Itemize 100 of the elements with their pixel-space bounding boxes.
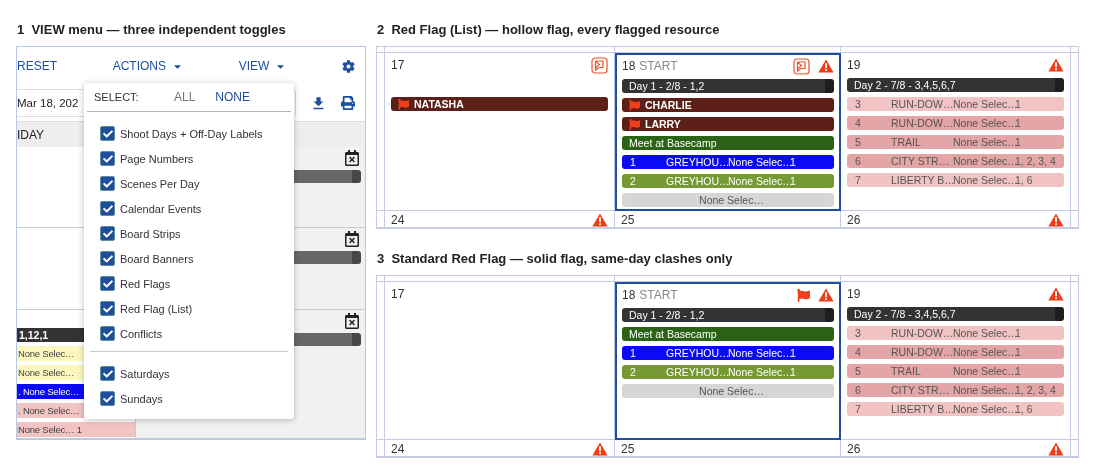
checkbox[interactable] xyxy=(100,391,115,406)
section-heading: 2 Red Flag (List) — hollow flag, every flagged resource xyxy=(377,22,721,38)
scene-number: 6 xyxy=(855,154,862,168)
page-count: 1 xyxy=(790,155,797,169)
scene-name: CITY STR… xyxy=(891,154,951,168)
scene-name: LIBERTY B… xyxy=(891,173,953,187)
warning-icon xyxy=(818,59,834,73)
calendar-event: Meet at Basecamp xyxy=(622,136,834,150)
day-number: 26 xyxy=(847,214,861,226)
warning-icon xyxy=(1048,287,1064,301)
day-cell[interactable]: 19 Day 2 - 7/8 - 3,4,5,6,7 3 RUN-DOW…None Selec…1 4 RUN-DOW…None Selec…1 5 TRAIL None Selec…1 6 CITY STR… None Selec…1, 2, 3, 4 7 LIBERTY B…None Selec…1, 6 xyxy=(841,53,1071,211)
scene-name: CITY STR… xyxy=(891,383,951,397)
set-name: None Selec… xyxy=(728,365,790,379)
calendar-x-icon[interactable] xyxy=(344,150,360,166)
calendar-event: Meet at Basecamp xyxy=(622,327,834,341)
checkbox[interactable] xyxy=(100,176,115,191)
day-label: START xyxy=(639,289,678,301)
checkbox[interactable] xyxy=(100,251,115,266)
day-cell[interactable]: 17 xyxy=(385,282,615,440)
set-name: None Selec… xyxy=(953,116,1015,130)
day-number: 19 xyxy=(847,288,861,300)
scene-number: 1 xyxy=(630,346,637,360)
scene-name: RUN-DOW… xyxy=(891,326,953,340)
scene-name: RUN-DOW… xyxy=(891,345,953,359)
warning-icon xyxy=(818,288,834,302)
day-cell[interactable]: 26 xyxy=(841,211,1071,228)
day-number: 18 xyxy=(622,289,636,301)
warning-icon xyxy=(1048,58,1064,72)
page-count: 1 xyxy=(1015,116,1022,130)
day-cell[interactable]: 25 xyxy=(615,440,841,457)
day-cell[interactable]: 24 xyxy=(385,440,615,457)
toolbar-button[interactable]: RESET xyxy=(17,59,57,73)
menu-item-label: Board Banners xyxy=(120,252,194,265)
day-number: 18 xyxy=(622,60,636,72)
page-count: 1 xyxy=(790,174,797,188)
day-number: 17 xyxy=(391,288,405,300)
day-label: START xyxy=(639,60,678,72)
day-cell[interactable]: 17 NATASHA xyxy=(385,53,615,211)
set-name: None Selec… xyxy=(953,326,1015,340)
scene-number: 3 xyxy=(855,97,862,111)
set-name: None Selec… xyxy=(953,402,1015,416)
scene-number: 2 xyxy=(630,365,637,379)
checkbox[interactable] xyxy=(100,201,115,216)
shoot-day-bar: Day 2 - 7/8 - 3,4,5,6,7 xyxy=(847,307,1064,321)
scene-number: 5 xyxy=(855,364,862,378)
scene-name: TRAIL xyxy=(891,364,922,378)
board-strip: None Selec… 1 xyxy=(17,422,135,437)
resource-name: NATASHA xyxy=(414,97,464,111)
menu-item-label: Scenes Per Day xyxy=(120,177,200,190)
menu-item-label: Red Flag (List) xyxy=(120,302,193,315)
toolbar-button[interactable]: ACTIONS xyxy=(112,59,183,73)
day-cell[interactable]: 25 xyxy=(615,211,841,228)
calendar-x-icon[interactable] xyxy=(344,313,360,329)
checkbox[interactable] xyxy=(100,326,115,341)
unassigned-strip: None Selec… xyxy=(622,193,834,207)
day-cell[interactable]: 18 START Day 1 - 2/8 - 1,2 Meet at Basecamp 1 GREYHOU…None Selec…1 2 GREYHOU…None Selec…1 None Selec… xyxy=(615,282,841,440)
resource-name: CHARLIE xyxy=(645,98,692,112)
settings-icon[interactable] xyxy=(342,59,355,73)
day-cell[interactable]: 26 xyxy=(841,440,1071,457)
checkbox[interactable] xyxy=(100,366,115,381)
warning-icon xyxy=(592,213,608,227)
set-name: None Selec… xyxy=(728,346,790,360)
warning-icon xyxy=(1048,213,1064,227)
scene-name: TRAIL xyxy=(891,135,922,149)
day-number: 26 xyxy=(847,443,861,455)
set-name: None Selec… xyxy=(953,345,1015,359)
checkbox[interactable] xyxy=(100,226,115,241)
checkbox[interactable] xyxy=(100,126,115,141)
menu-item-label: Page Numbers xyxy=(120,152,194,165)
day-cell[interactable]: 18 START Day 1 - 2/8 - 1,2 CHARLIE LARRY Meet at Basecamp 1 GREYHOU…None Selec…1 2 GREYHOU…None Selec…1 None Selec… xyxy=(615,53,841,211)
checkbox[interactable] xyxy=(100,301,115,316)
day-number: 19 xyxy=(847,59,861,71)
checkbox[interactable] xyxy=(100,276,115,291)
warning-icon xyxy=(592,442,608,456)
page-count: 1 xyxy=(790,365,797,379)
select-label: SELECT: xyxy=(94,91,140,103)
scene-number: 3 xyxy=(855,326,862,340)
day-header: IDAY xyxy=(17,127,45,142)
day-cell[interactable]: 19 Day 2 - 7/8 - 3,4,5,6,7 3 RUN-DOW…None Selec…1 4 RUN-DOW…None Selec…1 5 TRAIL None Selec…1 6 CITY STR… None Selec…1, 2, 3, 4 7 LIBERTY B…None Selec…1, 6 xyxy=(841,282,1071,440)
select-none-link[interactable]: NONE xyxy=(215,90,251,104)
page-count: 1, 6 xyxy=(1015,173,1034,187)
print-icon[interactable] xyxy=(341,96,355,110)
set-name: None Selec… xyxy=(728,174,790,188)
resource-name: LARRY xyxy=(645,117,681,131)
scene-name: RUN-DOW… xyxy=(891,97,953,111)
page-count: 1 xyxy=(1015,135,1022,149)
day-number: 25 xyxy=(621,443,635,455)
scene-number: 7 xyxy=(855,173,862,187)
flag-icon xyxy=(398,98,409,110)
page-count: 1 xyxy=(790,346,797,360)
scene-number: 6 xyxy=(855,383,862,397)
calendar-x-icon[interactable] xyxy=(344,231,360,247)
scene-number: 2 xyxy=(630,174,637,188)
shoot-day-bar: Day 2 - 7/8 - 3,4,5,6,7 xyxy=(847,78,1064,92)
checkbox[interactable] xyxy=(100,151,115,166)
page-count: 1, 6 xyxy=(1015,402,1034,416)
toolbar-button[interactable]: VIEW xyxy=(238,59,287,73)
day-cell[interactable]: 24 xyxy=(385,211,615,228)
menu-item-label: Calendar Events xyxy=(120,202,202,215)
set-name: None Selec… xyxy=(953,97,1015,111)
